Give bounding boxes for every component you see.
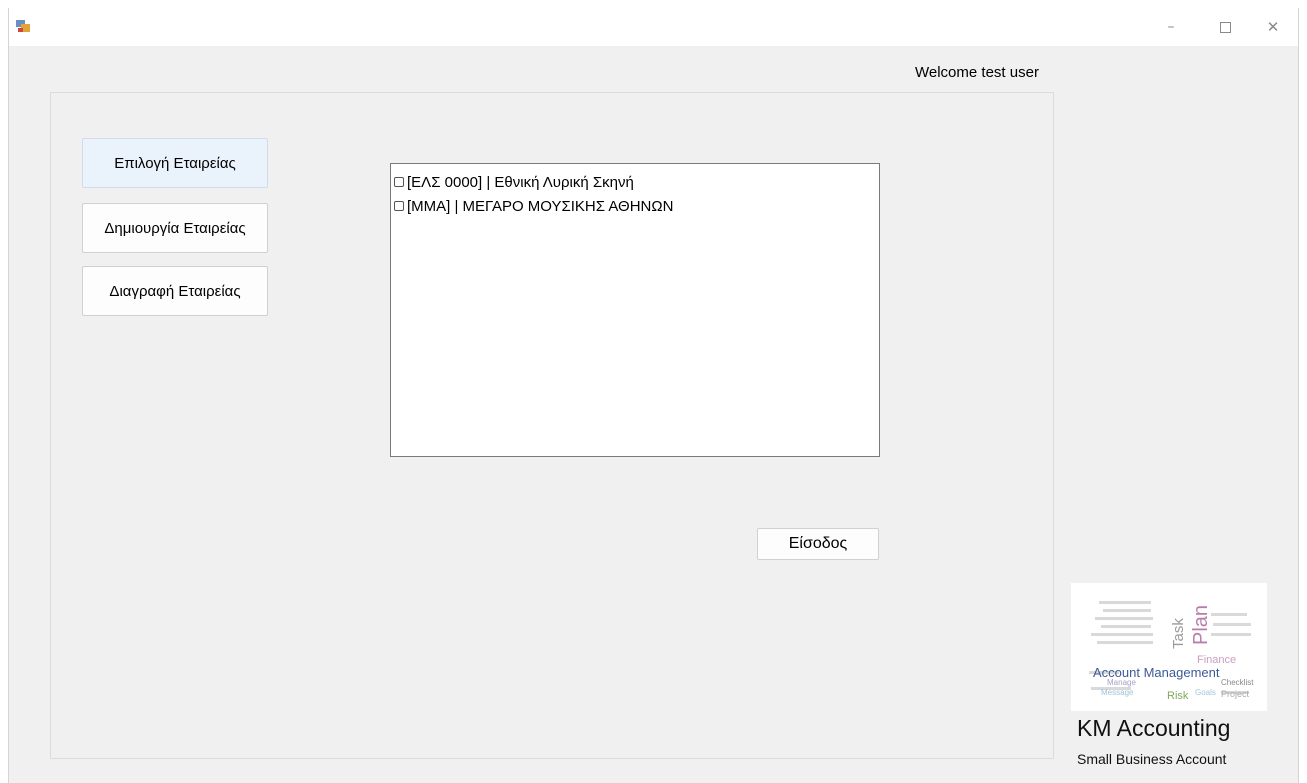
- logo-word: Checklist: [1221, 678, 1254, 687]
- create-company-button[interactable]: Δημιουργία Εταιρείας: [82, 203, 268, 253]
- checkbox[interactable]: [394, 177, 404, 187]
- checkbox[interactable]: [394, 201, 404, 211]
- company-list-item[interactable]: [ΜΜΑ] | ΜΕΓΑΡΟ ΜΟΥΣΙΚΗΣ ΑΘΗΝΩΝ: [391, 194, 879, 218]
- close-button[interactable]: ✕: [1255, 8, 1291, 46]
- company-label: [ΜΜΑ] | ΜΕΓΑΡΟ ΜΟΥΣΙΚΗΣ ΑΘΗΝΩΝ: [407, 197, 674, 215]
- brand-tagline: Small Business Account: [1077, 751, 1227, 767]
- logo-word: Plan: [1190, 605, 1212, 645]
- company-label: [ΕΛΣ 0000] | Εθνική Λυρική Σκηνή: [407, 173, 634, 191]
- logo-word: Task: [1170, 618, 1187, 649]
- enter-button[interactable]: Είσοδος: [757, 528, 879, 560]
- logo-word: Project: [1221, 689, 1250, 699]
- logo-word: Message: [1101, 688, 1134, 697]
- word-cloud-image: Plan Task Finance Account Management Che…: [1089, 601, 1254, 702]
- logo-word: Risk: [1167, 690, 1189, 702]
- word-cloud-logo: Plan Task Finance Account Management Che…: [1071, 583, 1267, 711]
- company-checklist[interactable]: [ΕΛΣ 0000] | Εθνική Λυρική Σκηνή [ΜΜΑ] |…: [390, 163, 880, 457]
- title-bar: – ✕: [9, 8, 1298, 46]
- maximize-button[interactable]: [1207, 8, 1243, 46]
- logo-word: Goals: [1195, 688, 1216, 697]
- select-company-button[interactable]: Επιλογή Εταιρείας: [82, 138, 268, 188]
- app-window: – ✕ Welcome test user Επιλογή Εταιρείας …: [8, 8, 1299, 783]
- company-list-item[interactable]: [ΕΛΣ 0000] | Εθνική Λυρική Σκηνή: [391, 170, 879, 194]
- app-icon: [16, 20, 30, 32]
- brand-name: KM Accounting: [1077, 715, 1231, 741]
- logo-word: Manage: [1107, 678, 1136, 687]
- maximize-icon: [1219, 21, 1231, 33]
- delete-company-button[interactable]: Διαγραφή Εταιρείας: [82, 266, 268, 316]
- minimize-button[interactable]: –: [1153, 8, 1189, 46]
- welcome-label: Welcome test user: [915, 64, 1039, 81]
